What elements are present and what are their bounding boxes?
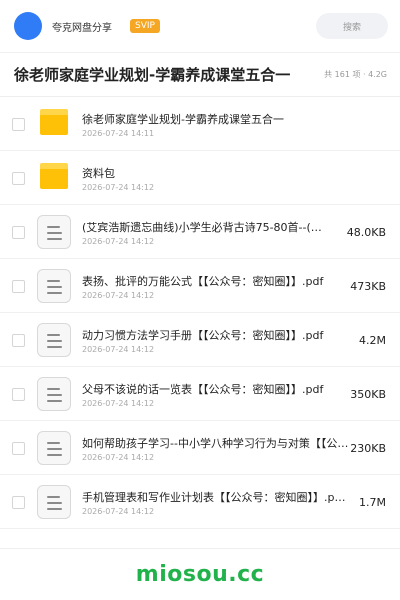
select-checkbox[interactable] [12, 388, 25, 401]
list-item[interactable]: 动力习惯方法学习手册【【公众号：密知圈】】.pdf 2026-07-24 14:… [0, 313, 400, 367]
search-input[interactable]: 搜索 [316, 13, 388, 39]
select-checkbox[interactable] [12, 496, 25, 509]
select-checkbox[interactable] [12, 172, 25, 185]
file-name[interactable]: 手机管理表和写作业计划表【【公众号：密知圈】】.p… [82, 489, 357, 505]
file-date: 2026-07-24 14:11 [82, 129, 155, 138]
document-icon [37, 323, 71, 357]
list-item[interactable]: 资料包 2026-07-24 14:12 [0, 151, 400, 205]
file-date: 2026-07-24 14:12 [82, 507, 155, 516]
list-item[interactable]: 表扬、批评的万能公式【【公众号：密知圈】】.pdf 2026-07-24 14:… [0, 259, 400, 313]
file-date: 2026-07-24 14:12 [82, 399, 155, 408]
site-watermark: miosou.cc [135, 562, 265, 587]
document-icon [37, 215, 71, 249]
svip-badge[interactable]: SVIP [130, 19, 160, 33]
document-icon [37, 431, 71, 465]
list-item[interactable]: 徐老师家庭学业规划-学霸养成课堂五合一 2026-07-24 14:11 [0, 97, 400, 151]
top-bar: 夸克网盘分享 SVIP 搜索 [0, 0, 400, 52]
file-name[interactable]: 父母不该说的话一览表【【公众号：密知圈】】.pdf [82, 381, 342, 397]
file-size: 230KB [350, 442, 386, 455]
folder-icon [40, 109, 68, 135]
select-checkbox[interactable] [12, 334, 25, 347]
select-checkbox[interactable] [12, 226, 25, 239]
select-checkbox[interactable] [12, 118, 25, 131]
document-icon [37, 269, 71, 303]
folder-icon [40, 163, 68, 189]
list-item[interactable]: 手机管理表和写作业计划表【【公众号：密知圈】】.p… 2026-07-24 14… [0, 475, 400, 529]
file-name[interactable]: 资料包 [82, 165, 362, 181]
document-icon [37, 485, 71, 519]
share-title-bar: 徐老师家庭学业规划-学霸养成课堂五合一 共 161 项 · 4.2G [0, 52, 400, 97]
item-count-size: 共 161 项 · 4.2G [324, 70, 387, 79]
select-checkbox[interactable] [12, 442, 25, 455]
file-size: 48.0KB [346, 226, 386, 239]
file-date: 2026-07-24 14:12 [82, 453, 155, 462]
file-name[interactable]: 动力习惯方法学习手册【【公众号：密知圈】】.pdf [82, 327, 347, 343]
list-item[interactable]: 父母不该说的话一览表【【公众号：密知圈】】.pdf 2026-07-24 14:… [0, 367, 400, 421]
file-size: 473KB [350, 280, 386, 293]
footer: miosou.cc [0, 548, 400, 600]
file-name[interactable]: (艾宾浩斯遗忘曲线)小学生必背古诗75-80首--(… [82, 219, 322, 235]
file-size: 350KB [350, 388, 386, 401]
file-size: 1.7M [359, 496, 386, 509]
file-date: 2026-07-24 14:12 [82, 183, 155, 192]
file-name[interactable]: 表扬、批评的万能公式【【公众号：密知圈】】.pdf [82, 273, 342, 289]
page-title: 徐老师家庭学业规划-学霸养成课堂五合一 [14, 66, 291, 84]
file-date: 2026-07-24 14:12 [82, 291, 155, 300]
file-name[interactable]: 徐老师家庭学业规划-学霸养成课堂五合一 [82, 111, 362, 127]
file-date: 2026-07-24 14:12 [82, 237, 155, 246]
list-item[interactable]: 如何帮助孩子学习--中小学八种学习行为与对策【【公… 2026-07-24 14… [0, 421, 400, 475]
avatar[interactable] [14, 12, 42, 40]
file-list: 徐老师家庭学业规划-学霸养成课堂五合一 2026-07-24 14:11 资料包… [0, 97, 400, 529]
brand-label: 夸克网盘分享 [52, 22, 112, 34]
list-item[interactable]: (艾宾浩斯遗忘曲线)小学生必背古诗75-80首--(… 2026-07-24 1… [0, 205, 400, 259]
file-date: 2026-07-24 14:12 [82, 345, 155, 354]
document-icon [37, 377, 71, 411]
select-checkbox[interactable] [12, 280, 25, 293]
file-size: 4.2M [359, 334, 386, 347]
file-name[interactable]: 如何帮助孩子学习--中小学八种学习行为与对策【【公… [82, 435, 352, 451]
